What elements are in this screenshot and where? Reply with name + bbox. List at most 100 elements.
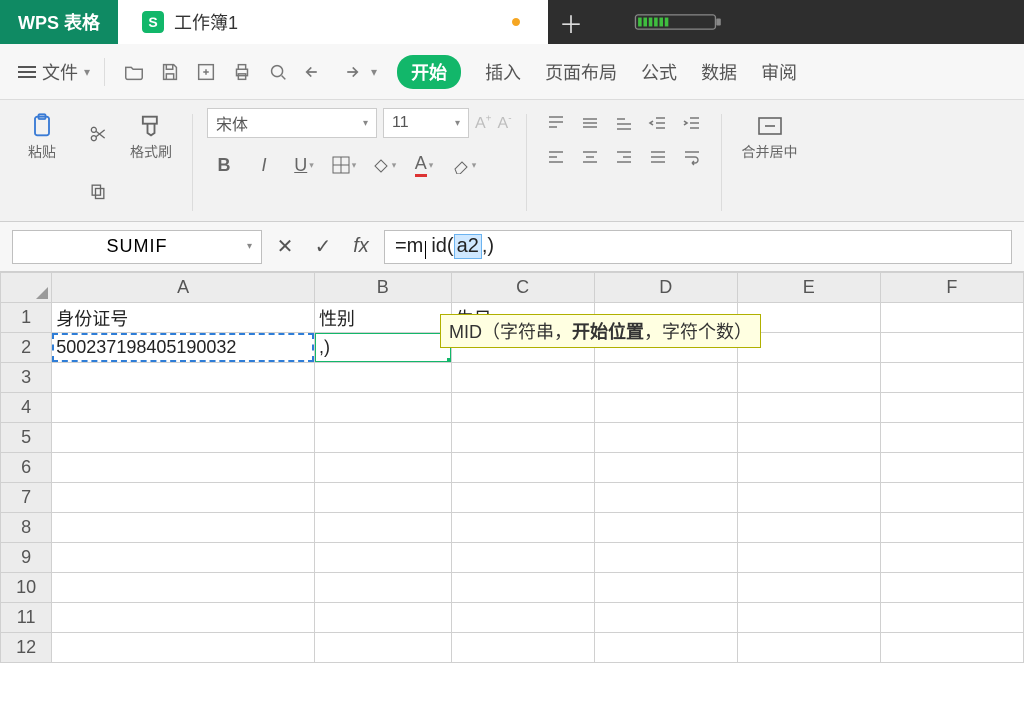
cell[interactable]: [52, 573, 315, 603]
cell[interactable]: [737, 363, 880, 393]
cell-F2[interactable]: [880, 333, 1023, 363]
cell[interactable]: [314, 543, 451, 573]
tab-page-layout[interactable]: 页面布局: [545, 59, 617, 85]
cell[interactable]: [594, 513, 737, 543]
cell[interactable]: [880, 453, 1023, 483]
qat-dropdown[interactable]: ▾: [371, 65, 377, 79]
tab-review[interactable]: 审阅: [761, 59, 797, 85]
open-button[interactable]: [119, 57, 149, 87]
cell[interactable]: [737, 573, 880, 603]
italic-button[interactable]: I: [247, 150, 281, 180]
cell[interactable]: [52, 513, 315, 543]
font-name-select[interactable]: 宋体 ▾: [207, 108, 377, 138]
cell[interactable]: [52, 363, 315, 393]
row-header-7[interactable]: 7: [1, 483, 52, 513]
decrease-font-button[interactable]: A-: [498, 113, 512, 132]
cell[interactable]: [880, 363, 1023, 393]
underline-button[interactable]: U▾: [287, 150, 321, 180]
cell[interactable]: [451, 513, 594, 543]
cancel-formula-button[interactable]: ✕: [270, 232, 300, 262]
save-button[interactable]: [155, 57, 185, 87]
cell[interactable]: [451, 483, 594, 513]
font-color-button[interactable]: A▾: [407, 150, 441, 180]
cell-B2[interactable]: ,): [314, 333, 451, 363]
cell[interactable]: [52, 633, 315, 663]
font-size-select[interactable]: 11 ▾: [383, 108, 469, 138]
cell[interactable]: [737, 483, 880, 513]
row-header-2[interactable]: 2: [1, 333, 52, 363]
bold-button[interactable]: B: [207, 150, 241, 180]
cell-A1[interactable]: 身份证号: [52, 303, 315, 333]
row-header-3[interactable]: 3: [1, 363, 52, 393]
justify-button[interactable]: [643, 142, 673, 172]
wrap-text-button[interactable]: [677, 142, 707, 172]
cell[interactable]: [451, 423, 594, 453]
cell-F1[interactable]: [880, 303, 1023, 333]
row-header-6[interactable]: 6: [1, 453, 52, 483]
cell[interactable]: [737, 453, 880, 483]
cell[interactable]: [594, 363, 737, 393]
cell[interactable]: [451, 633, 594, 663]
cell[interactable]: [314, 633, 451, 663]
export-button[interactable]: [191, 57, 221, 87]
cell[interactable]: [880, 513, 1023, 543]
align-left-button[interactable]: [541, 142, 571, 172]
cell[interactable]: [451, 543, 594, 573]
cell[interactable]: [314, 393, 451, 423]
cell[interactable]: [594, 453, 737, 483]
cell[interactable]: [594, 573, 737, 603]
cell[interactable]: [594, 483, 737, 513]
cell[interactable]: [451, 603, 594, 633]
cell[interactable]: [594, 423, 737, 453]
cell[interactable]: [737, 633, 880, 663]
cell[interactable]: [314, 483, 451, 513]
tab-home[interactable]: 开始: [397, 55, 461, 89]
cell[interactable]: [737, 603, 880, 633]
tab-formula[interactable]: 公式: [641, 59, 677, 85]
cell[interactable]: [880, 423, 1023, 453]
decrease-indent-button[interactable]: [643, 108, 673, 138]
print-button[interactable]: [227, 57, 257, 87]
cell[interactable]: [880, 393, 1023, 423]
cell[interactable]: [314, 573, 451, 603]
fill-color-button[interactable]: ▾: [367, 150, 401, 180]
row-header-12[interactable]: 12: [1, 633, 52, 663]
redo-button[interactable]: [335, 57, 365, 87]
cell[interactable]: [880, 633, 1023, 663]
merge-center-button[interactable]: 合并居中: [736, 108, 804, 166]
col-header-C[interactable]: C: [451, 273, 594, 303]
cell[interactable]: [451, 393, 594, 423]
insert-function-button[interactable]: fx: [346, 232, 376, 262]
undo-button[interactable]: [299, 57, 329, 87]
cell[interactable]: [52, 423, 315, 453]
row-header-9[interactable]: 9: [1, 543, 52, 573]
name-box[interactable]: SUMIF ▾: [12, 230, 262, 264]
increase-font-button[interactable]: A+: [475, 113, 492, 132]
format-painter-button[interactable]: 格式刷: [124, 108, 178, 166]
cell[interactable]: [451, 453, 594, 483]
document-tab[interactable]: S 工作簿1: [118, 0, 548, 44]
clear-format-button[interactable]: ▾: [447, 150, 481, 180]
cell[interactable]: [880, 573, 1023, 603]
align-middle-button[interactable]: [575, 108, 605, 138]
row-header-8[interactable]: 8: [1, 513, 52, 543]
row-header-4[interactable]: 4: [1, 393, 52, 423]
cell[interactable]: [737, 543, 880, 573]
cell[interactable]: [594, 633, 737, 663]
accept-formula-button[interactable]: ✓: [308, 232, 338, 262]
cell[interactable]: [52, 603, 315, 633]
cut-button[interactable]: [82, 120, 114, 148]
cell[interactable]: [594, 603, 737, 633]
cell[interactable]: [880, 603, 1023, 633]
col-header-F[interactable]: F: [880, 273, 1023, 303]
row-header-5[interactable]: 5: [1, 423, 52, 453]
align-right-button[interactable]: [609, 142, 639, 172]
cell[interactable]: [737, 393, 880, 423]
align-top-button[interactable]: [541, 108, 571, 138]
cell[interactable]: [52, 543, 315, 573]
tab-data[interactable]: 数据: [701, 59, 737, 85]
copy-button[interactable]: [82, 177, 114, 205]
cell[interactable]: [314, 603, 451, 633]
cell[interactable]: [52, 453, 315, 483]
align-bottom-button[interactable]: [609, 108, 639, 138]
